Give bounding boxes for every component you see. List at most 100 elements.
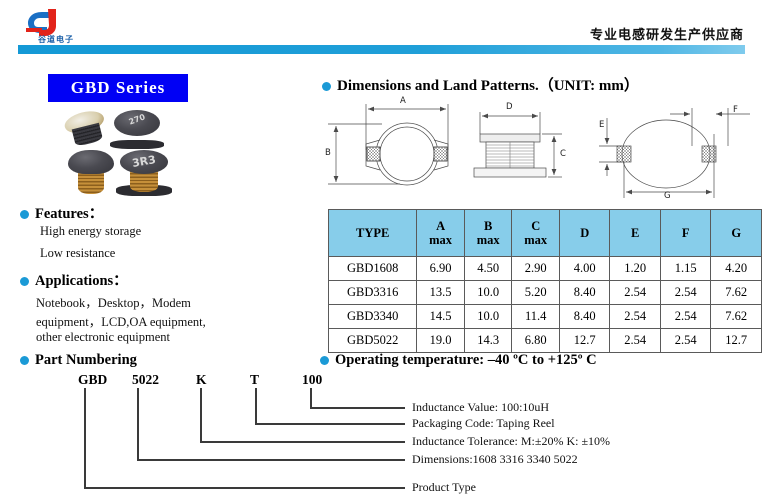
legend-packaging-code: Packaging Code: Taping Reel	[412, 416, 555, 430]
feature-item: High energy storage	[40, 224, 142, 238]
cell-type: GBD3316	[327, 280, 418, 305]
leader-line-packaging-v	[255, 388, 257, 424]
cell-e: 1.20	[609, 256, 661, 281]
leader-line-product-type-h	[84, 487, 405, 489]
cell-d: 12.7	[558, 328, 611, 353]
leader-line-inductance-h	[310, 407, 405, 409]
series-title-box: GBD Series	[48, 74, 188, 102]
cell-type: GBD5022	[327, 328, 418, 353]
application-line: other electronic equipment	[36, 330, 170, 344]
cell-a: 6.90	[416, 256, 465, 281]
product-photo: 270 3R3	[62, 107, 174, 198]
bullet-icon	[322, 81, 331, 91]
pn-tolerance: K	[196, 372, 207, 387]
logo-company-name-cn: 谷道电子	[38, 35, 74, 44]
table-col-b: B max	[463, 209, 513, 257]
drawing-label-e: E	[599, 120, 605, 130]
col-sublabel: max	[429, 233, 453, 247]
part-numbering-heading-row: Part Numbering	[20, 351, 137, 369]
application-line: equipment，LCD,OA equipment,	[36, 315, 206, 329]
col-label: TYPE	[355, 225, 390, 240]
table-col-type: TYPE	[327, 209, 418, 257]
feature-item: Low resistance	[40, 246, 116, 260]
bullet-icon	[20, 355, 29, 365]
cell-a: 19.0	[416, 328, 465, 353]
cell-e: 2.54	[609, 304, 661, 329]
inductor-pad	[110, 139, 164, 149]
cell-d: 4.00	[558, 256, 611, 281]
cell-c: 5.20	[511, 280, 560, 305]
table-col-f: F	[659, 209, 712, 257]
series-title: GBD Series	[70, 78, 166, 97]
inductor-photo-2: 270	[110, 110, 164, 149]
drawings-svg	[328, 104, 750, 198]
application-line: Notebook，Desktop，Modem	[36, 296, 191, 310]
cell-a: 13.5	[416, 280, 465, 305]
header-slogan: 专业电感研发生产供应商	[589, 28, 744, 43]
cell-e: 2.54	[609, 280, 661, 305]
cell-g: 12.7	[710, 328, 762, 353]
dimensions-heading-row: Dimensions and Land Patterns.（UNIT: mm）	[322, 74, 639, 95]
col-sublabel: max	[476, 233, 500, 247]
cell-f: 2.54	[659, 328, 712, 353]
col-label: D	[580, 225, 590, 240]
col-label: F	[681, 225, 690, 240]
table-col-c: C max	[511, 209, 560, 257]
bullet-icon	[320, 355, 329, 365]
legend-tolerance: Inductance Tolerance: M:±20% K: ±10%	[412, 434, 611, 448]
cell-g: 7.62	[710, 304, 762, 329]
cell-a: 14.5	[416, 304, 465, 329]
cell-type: GBD3340	[327, 304, 418, 329]
table-row: GBD5022 19.0 14.3 6.80 12.7 2.54 2.54 12…	[327, 328, 762, 353]
leader-line-tolerance-v	[200, 388, 202, 442]
cell-d: 8.40	[558, 304, 611, 329]
legend-product-type: Product Type	[412, 480, 476, 494]
operating-temperature: Operating temperature: –40 ºC to +125º C	[335, 352, 597, 368]
inductor-coil	[129, 171, 159, 193]
legend-dimensions: Dimensions:1608 3316 3340 5022	[412, 452, 578, 466]
leader-line-packaging-h	[255, 423, 405, 425]
pn-inductance: 100	[302, 372, 323, 387]
col-label: E	[631, 225, 640, 240]
table-col-d: D	[558, 209, 611, 257]
pn-dimensions: 5022	[132, 372, 159, 387]
drawing-label-a: A	[400, 96, 406, 106]
inductor-photo-1	[62, 107, 109, 151]
operating-temp-row: Operating temperature: –40 ºC to +125º C	[320, 351, 597, 369]
col-label: A	[436, 218, 446, 233]
inductor-photo-3	[68, 150, 114, 194]
table-col-g: G	[710, 209, 762, 257]
features-heading: Features：	[35, 206, 104, 222]
cell-f: 1.15	[659, 256, 712, 281]
features-heading-row: Features：	[20, 202, 103, 223]
table-col-e: E	[609, 209, 661, 257]
table-row: GBD1608 6.90 4.50 2.90 4.00 1.20 1.15 4.…	[327, 256, 762, 281]
cell-c: 11.4	[511, 304, 560, 329]
cell-type: GBD1608	[327, 256, 418, 281]
col-label: C	[531, 218, 541, 233]
legend-inductance-value: Inductance Value: 100:10uH	[412, 400, 550, 414]
table-row: GBD3316 13.5 10.0 5.20 8.40 2.54 2.54 7.…	[327, 280, 762, 305]
header-accent-bar	[18, 45, 745, 54]
drawing-label-c: C	[560, 149, 566, 159]
table-header-row: TYPE A max B max C max D E F G	[327, 209, 762, 257]
drawing-label-b: B	[325, 148, 331, 158]
col-label: G	[731, 225, 742, 240]
cell-f: 2.54	[659, 304, 712, 329]
pn-packaging: T	[250, 372, 260, 387]
col-sublabel: max	[524, 233, 548, 247]
leader-line-tolerance-h	[200, 441, 405, 443]
cell-g: 7.62	[710, 280, 762, 305]
bullet-icon	[20, 276, 29, 286]
cell-b: 10.0	[463, 280, 513, 305]
pn-part-type: GBD	[78, 372, 108, 387]
cell-g: 4.20	[710, 256, 762, 281]
table-col-a: A max	[416, 209, 465, 257]
cell-b: 14.3	[463, 328, 513, 353]
drawing-label-d: D	[506, 102, 513, 112]
applications-heading: Applications：	[35, 273, 128, 289]
dimensions-table: TYPE A max B max C max D E F G GBD1608 6…	[327, 209, 762, 353]
cell-b: 10.0	[463, 304, 513, 329]
table-row: GBD3340 14.5 10.0 11.4 8.40 2.54 2.54 7.…	[327, 304, 762, 329]
leader-line-dimensions-v	[137, 388, 139, 460]
